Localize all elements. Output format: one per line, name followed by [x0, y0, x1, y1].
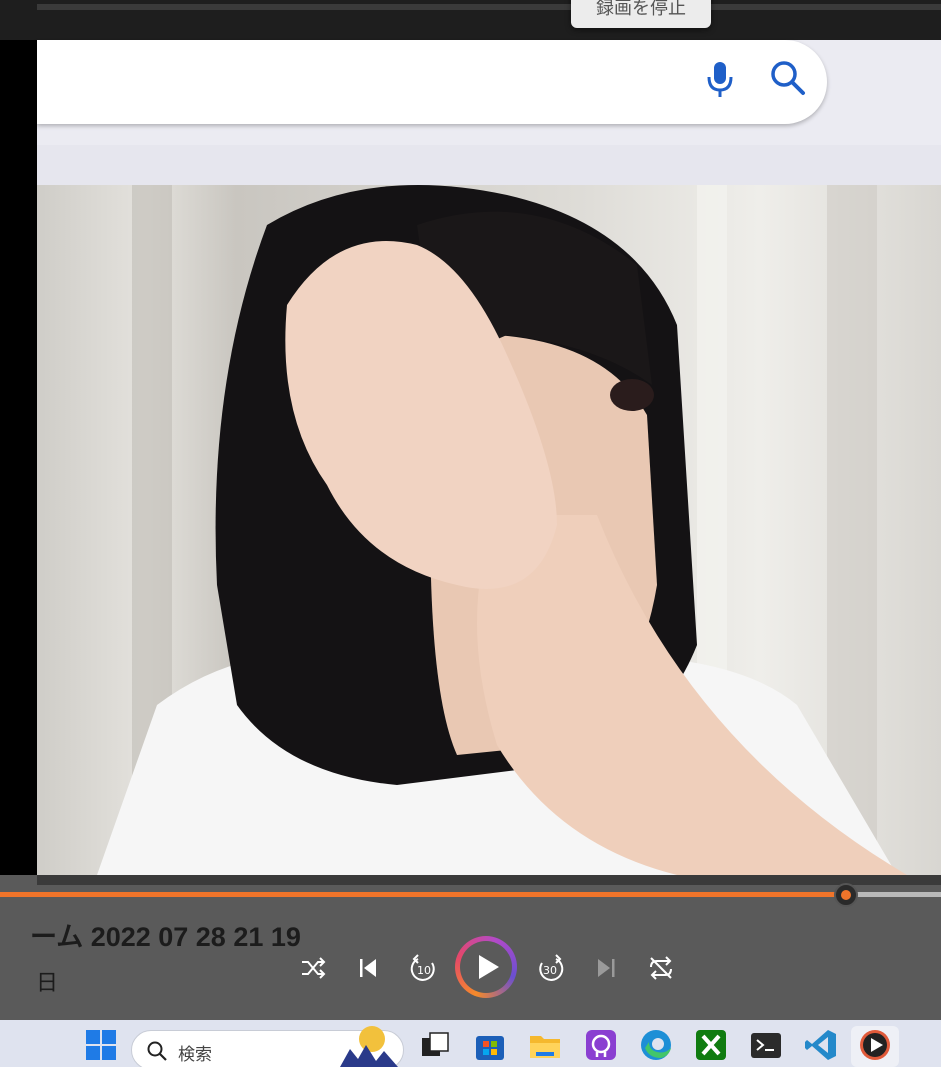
previous-icon[interactable] [353, 953, 383, 983]
search-icon[interactable] [768, 58, 808, 98]
taskbar-search[interactable]: 検索 [131, 1026, 404, 1067]
xbox-icon[interactable] [694, 1028, 728, 1062]
forward-30-label: 30 [543, 964, 557, 977]
progress-fill [0, 892, 846, 897]
shuffle-icon[interactable] [298, 953, 328, 983]
vscode-icon[interactable] [804, 1028, 838, 1062]
file-explorer-icon[interactable] [528, 1028, 562, 1062]
app-icon[interactable] [584, 1028, 618, 1062]
microphone-icon[interactable] [704, 59, 736, 99]
top-divider [37, 4, 941, 10]
forward-30-button[interactable]: 30 [536, 953, 566, 983]
taskbar-search-label: 検索 [178, 1045, 212, 1065]
task-view-icon[interactable] [418, 1028, 452, 1062]
track-subtitle: 日 [36, 971, 59, 996]
play-button[interactable] [455, 936, 517, 998]
window-top-strip [0, 0, 941, 40]
edge-icon[interactable] [639, 1028, 673, 1062]
progress-thumb[interactable] [834, 883, 858, 907]
left-edge-bar [0, 40, 37, 1020]
store-icon[interactable] [473, 1028, 507, 1062]
track-title: ーム 2022 07 28 21 19 [30, 922, 301, 952]
media-player: ーム 2022 07 28 21 19 日 10 30 [0, 875, 941, 1020]
repeat-icon[interactable] [646, 953, 676, 983]
taskbar: 検索 [0, 1020, 941, 1067]
rewind-10-label: 10 [417, 964, 431, 977]
search-bar[interactable] [37, 40, 827, 124]
player-top-edge [37, 875, 941, 885]
play-icon [479, 955, 499, 979]
stop-recording-button[interactable]: 録画を停止 [571, 0, 711, 28]
video-scene [97, 185, 907, 875]
terminal-icon[interactable] [749, 1028, 783, 1062]
browser-area [37, 40, 941, 185]
start-icon[interactable] [84, 1028, 118, 1062]
browser-content-strip [37, 145, 941, 185]
rewind-10-button[interactable]: 10 [408, 953, 438, 983]
next-icon[interactable] [591, 953, 621, 983]
media-player-icon[interactable] [858, 1028, 892, 1062]
moon-scene-icon [340, 1026, 398, 1067]
search-icon [147, 1041, 167, 1061]
video-frame[interactable] [37, 185, 941, 875]
